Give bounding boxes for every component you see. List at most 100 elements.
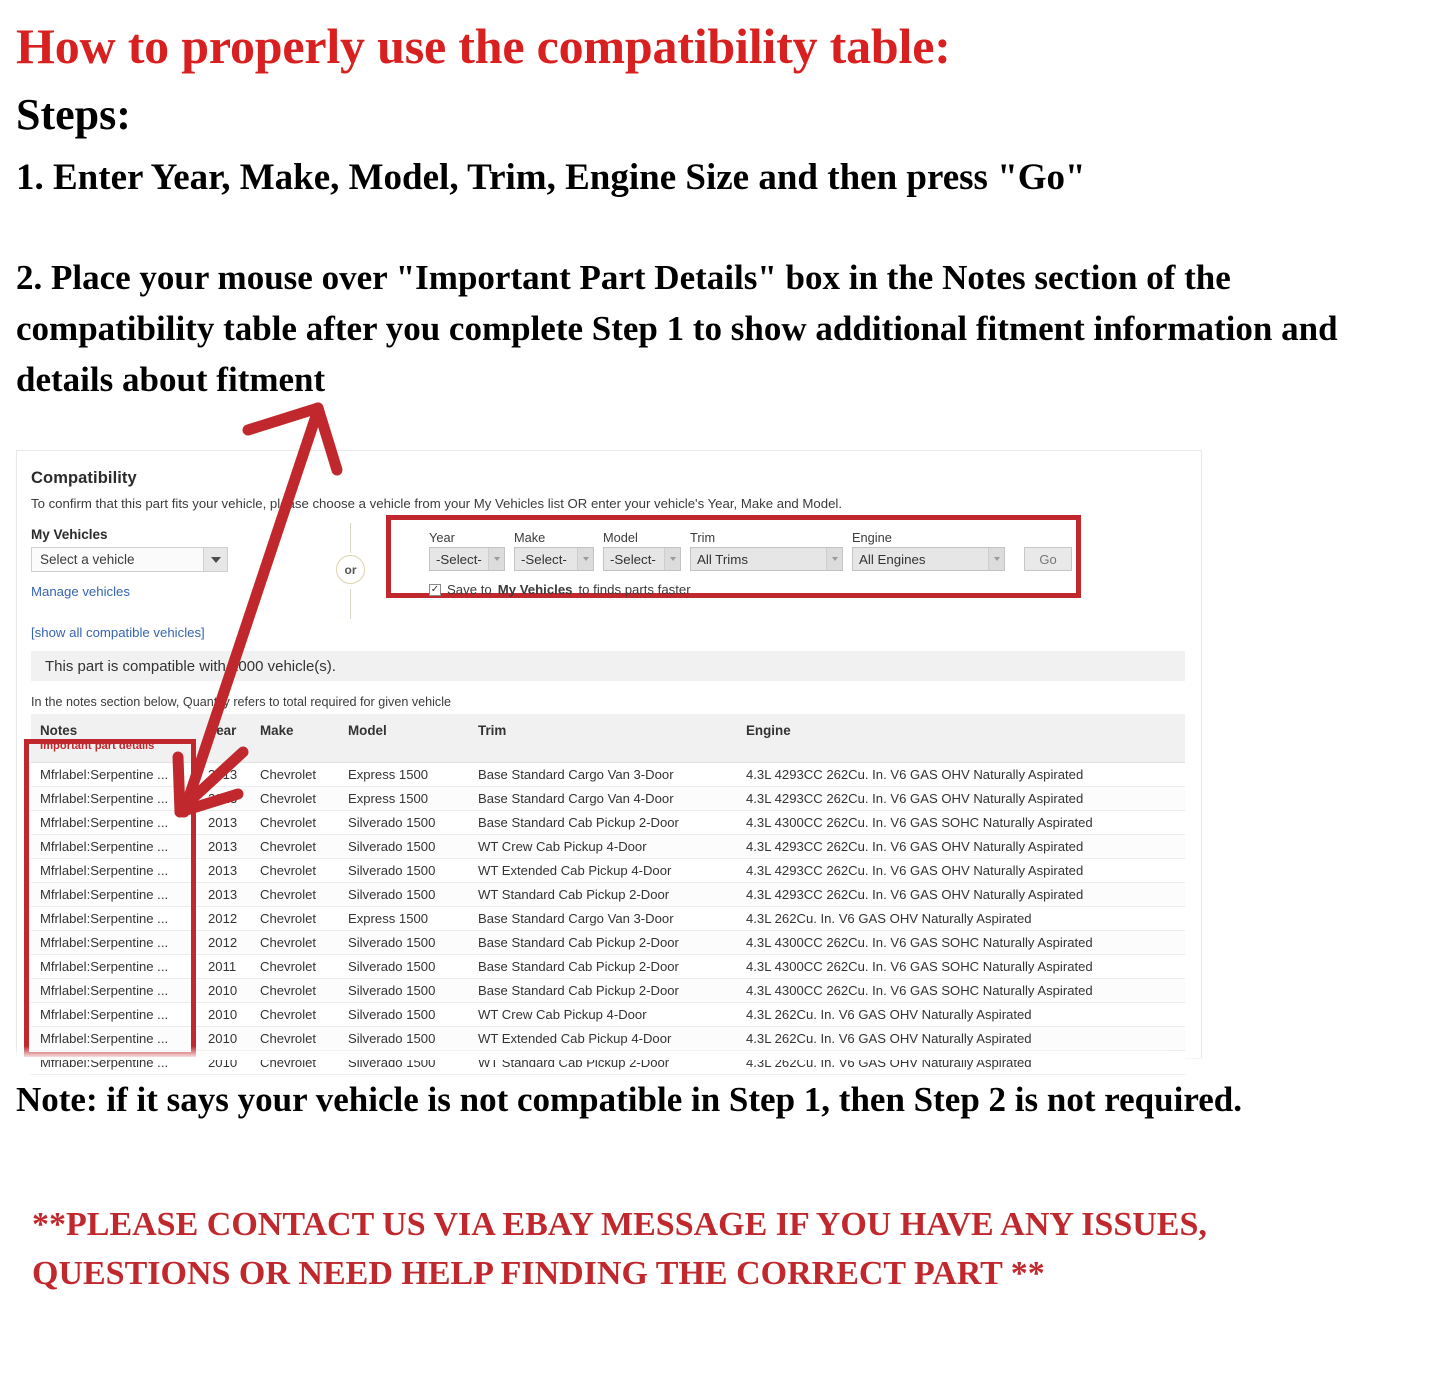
cell-make: Chevrolet xyxy=(251,1002,339,1027)
cell-notes[interactable]: Mfrlabel:Serpentine ... xyxy=(31,834,199,859)
cell-engine: 4.3L 4293CC 262Cu. In. V6 GAS OHV Natura… xyxy=(737,858,1185,883)
col-header-engine[interactable]: Engine xyxy=(737,714,1185,763)
quantity-note: In the notes section below, Quantity ref… xyxy=(31,695,452,709)
col-header-notes[interactable]: Notes Important part details xyxy=(31,714,199,763)
cell-notes[interactable]: Mfrlabel:Serpentine ... xyxy=(31,786,199,811)
compatibility-banner: This part is compatible with 1000 vehicl… xyxy=(31,651,1185,681)
save-checkbox-prefix: Save to xyxy=(447,582,492,597)
cell-trim: WT Extended Cab Pickup 4-Door xyxy=(469,858,737,883)
step-one-text: 1. Enter Year, Make, Model, Trim, Engine… xyxy=(16,157,1086,198)
table-row[interactable]: Mfrlabel:Serpentine ... 2010 Chevrolet Silv… xyxy=(31,1002,1185,1027)
cell-year: 2012 xyxy=(199,930,251,955)
engine-field: Engine All Engines xyxy=(852,530,1005,571)
trim-select-value: All Trims xyxy=(697,551,748,567)
year-field: Year -Select- xyxy=(429,530,505,571)
table-row[interactable]: Mfrlabel:Serpentine ... 2013 Chevrolet Silv… xyxy=(31,858,1185,883)
cell-trim: WT Standard Cab Pickup 2-Door xyxy=(469,882,737,907)
table-row[interactable]: Mfrlabel:Serpentine ... 2013 Chevrolet Silv… xyxy=(31,810,1185,835)
note-text: Note: if it says your vehicle is not com… xyxy=(16,1080,1242,1119)
chevron-down-icon xyxy=(577,548,593,570)
model-select[interactable]: -Select- xyxy=(603,547,681,571)
cell-trim: Base Standard Cargo Van 4-Door xyxy=(469,786,737,811)
make-select[interactable]: -Select- xyxy=(514,547,594,571)
cell-notes[interactable]: Mfrlabel:Serpentine ... xyxy=(31,906,199,931)
cell-engine: 4.3L 4300CC 262Cu. In. V6 GAS SOHC Natur… xyxy=(737,810,1185,835)
cell-year: 2010 xyxy=(199,978,251,1003)
cell-trim: WT Crew Cab Pickup 4-Door xyxy=(469,834,737,859)
col-header-make[interactable]: Make xyxy=(251,714,339,763)
chevron-down-icon xyxy=(203,548,227,571)
cell-trim: WT Crew Cab Pickup 4-Door xyxy=(469,1002,737,1027)
cell-trim: Base Standard Cab Pickup 2-Door xyxy=(469,954,737,979)
cell-year: 2010 xyxy=(199,1002,251,1027)
or-divider: or xyxy=(331,523,371,619)
cell-model: Silverado 1500 xyxy=(339,834,469,859)
cell-notes[interactable]: Mfrlabel:Serpentine ... xyxy=(31,858,199,883)
trim-label: Trim xyxy=(690,530,716,545)
cell-model: Silverado 1500 xyxy=(339,930,469,955)
cell-year: 2012 xyxy=(199,906,251,931)
model-select-value: -Select- xyxy=(610,551,656,567)
cell-engine: 4.3L 4300CC 262Cu. In. V6 GAS SOHC Natur… xyxy=(737,954,1185,979)
ymme-highlight-box: Year -Select- Make -Select- Model -Selec… xyxy=(386,515,1081,598)
make-select-value: -Select- xyxy=(521,551,567,567)
cell-make: Chevrolet xyxy=(251,834,339,859)
cell-notes[interactable]: Mfrlabel:Serpentine ... xyxy=(31,810,199,835)
chevron-down-icon xyxy=(988,548,1004,570)
my-vehicles-select-value: Select a vehicle xyxy=(40,552,135,567)
go-button[interactable]: Go xyxy=(1024,547,1072,571)
cell-notes[interactable]: Mfrlabel:Serpentine ... xyxy=(31,1002,199,1027)
cell-notes[interactable]: Mfrlabel:Serpentine ... xyxy=(31,762,199,787)
trim-field: Trim All Trims xyxy=(690,530,843,571)
table-row[interactable]: Mfrlabel:Serpentine ... 2013 Chevrolet Silv… xyxy=(31,882,1185,907)
cell-model: Silverado 1500 xyxy=(339,954,469,979)
save-checkbox-bold: My Vehicles xyxy=(497,582,573,597)
col-header-model[interactable]: Model xyxy=(339,714,469,763)
compatibility-heading: Compatibility xyxy=(31,469,137,487)
table-row[interactable]: Mfrlabel:Serpentine ... 2013 Chevrolet Expr… xyxy=(31,762,1185,787)
col-header-trim[interactable]: Trim xyxy=(469,714,737,763)
save-to-my-vehicles-row[interactable]: ✓ Save to My Vehicles to finds parts fas… xyxy=(429,582,1072,597)
or-divider-line-top xyxy=(350,523,351,553)
engine-select-value: All Engines xyxy=(859,551,926,567)
col-header-year[interactable]: Year xyxy=(199,714,251,763)
cell-make: Chevrolet xyxy=(251,882,339,907)
cell-make: Chevrolet xyxy=(251,762,339,787)
manage-vehicles-link[interactable]: Manage vehicles xyxy=(31,584,281,599)
cell-model: Express 1500 xyxy=(339,906,469,931)
year-label: Year xyxy=(429,530,455,545)
make-label: Make xyxy=(514,530,546,545)
table-bottom-fade xyxy=(14,1046,1168,1060)
cell-engine: 4.3L 4300CC 262Cu. In. V6 GAS SOHC Natur… xyxy=(737,930,1185,955)
cell-year: 2011 xyxy=(199,954,251,979)
col-header-notes-sub: Important part details xyxy=(40,740,155,752)
table-row[interactable]: Mfrlabel:Serpentine ... 2010 Chevrolet Silv… xyxy=(31,978,1185,1003)
cell-notes[interactable]: Mfrlabel:Serpentine ... xyxy=(31,954,199,979)
fitment-table-body: Mfrlabel:Serpentine ... 2013 Chevrolet Expr… xyxy=(31,762,1185,1075)
trim-select[interactable]: All Trims xyxy=(690,547,843,571)
year-select[interactable]: -Select- xyxy=(429,547,505,571)
compatibility-description: To confirm that this part fits your vehi… xyxy=(31,496,842,511)
table-row[interactable]: Mfrlabel:Serpentine ... 2012 Chevrolet Expr… xyxy=(31,906,1185,931)
save-checkbox[interactable]: ✓ xyxy=(429,583,441,596)
show-all-compatible-vehicles-link[interactable]: [show all compatible vehicles] xyxy=(31,625,205,640)
cell-year: 2013 xyxy=(199,762,251,787)
cell-make: Chevrolet xyxy=(251,858,339,883)
table-row[interactable]: Mfrlabel:Serpentine ... 2011 Chevrolet Silv… xyxy=(31,954,1185,979)
cell-make: Chevrolet xyxy=(251,978,339,1003)
cell-model: Silverado 1500 xyxy=(339,978,469,1003)
table-row[interactable]: Mfrlabel:Serpentine ... 2013 Chevrolet Silv… xyxy=(31,834,1185,859)
cell-make: Chevrolet xyxy=(251,810,339,835)
table-row[interactable]: Mfrlabel:Serpentine ... 2012 Chevrolet Silv… xyxy=(31,930,1185,955)
cell-year: 2013 xyxy=(199,858,251,883)
engine-select[interactable]: All Engines xyxy=(852,547,1005,571)
cell-notes[interactable]: Mfrlabel:Serpentine ... xyxy=(31,882,199,907)
table-row[interactable]: Mfrlabel:Serpentine ... 2013 Chevrolet Expr… xyxy=(31,786,1185,811)
vehicle-chooser-row: My Vehicles Select a vehicle Manage vehi… xyxy=(31,515,1187,637)
ymme-field-row: Year -Select- Make -Select- Model -Selec… xyxy=(429,530,1072,571)
cell-notes[interactable]: Mfrlabel:Serpentine ... xyxy=(31,930,199,955)
my-vehicles-select[interactable]: Select a vehicle xyxy=(31,547,228,572)
cell-notes[interactable]: Mfrlabel:Serpentine ... xyxy=(31,978,199,1003)
cell-model: Silverado 1500 xyxy=(339,882,469,907)
cell-make: Chevrolet xyxy=(251,786,339,811)
